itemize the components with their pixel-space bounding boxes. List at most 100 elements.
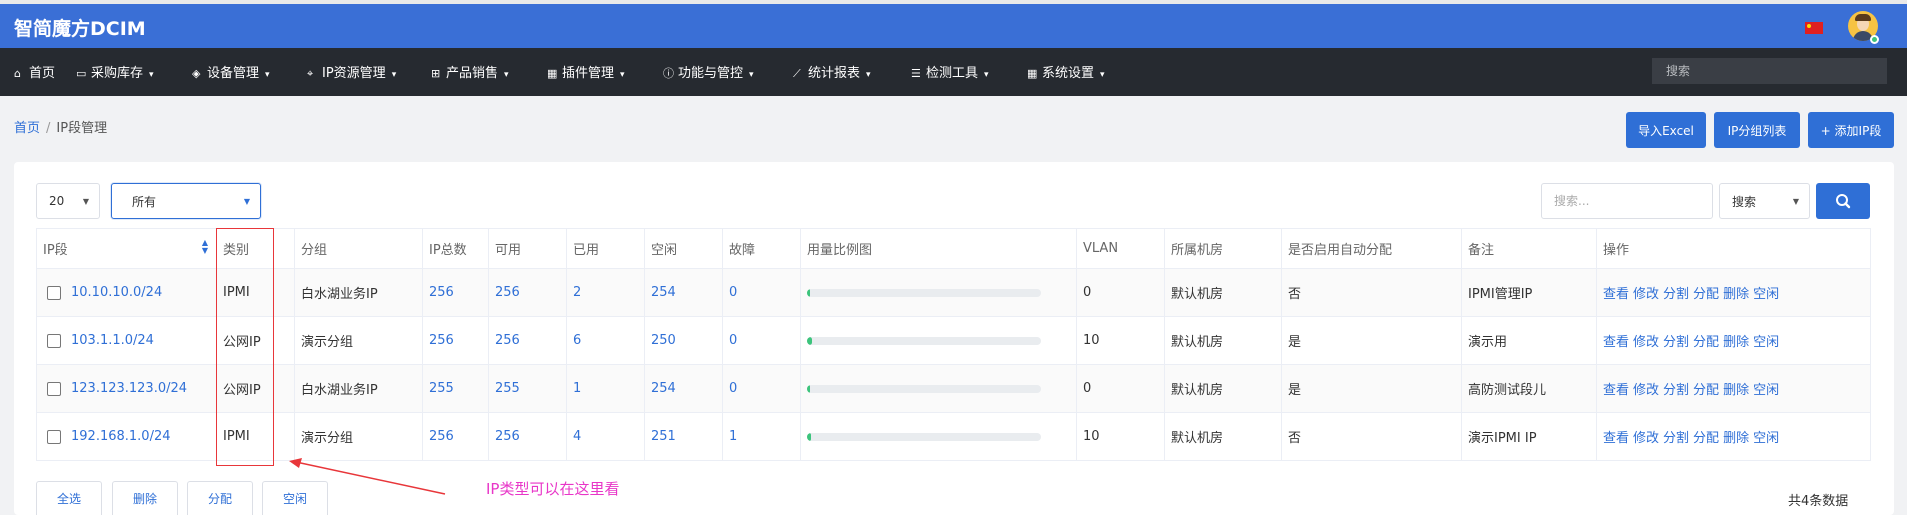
column-header-ip[interactable]: IP段 ▲ ▼ bbox=[36, 228, 217, 269]
cell-total[interactable]: 256 bbox=[422, 268, 489, 317]
row-checkbox[interactable] bbox=[47, 429, 61, 444]
assign-link[interactable]: 分配 bbox=[1693, 431, 1719, 446]
assign-link[interactable]: 分配 bbox=[1693, 287, 1719, 302]
edit-link[interactable]: 修改 bbox=[1633, 431, 1659, 446]
chevron-down-icon: ▾ bbox=[391, 70, 397, 80]
select-all-button[interactable]: 全选 bbox=[36, 481, 102, 515]
bulk-delete-button[interactable]: 删除 bbox=[112, 481, 178, 515]
cell-fault[interactable]: 0 bbox=[722, 268, 801, 317]
nav-search-input[interactable] bbox=[1652, 58, 1887, 84]
free-link[interactable]: 空闲 bbox=[1753, 431, 1779, 446]
add-ip-segment-button[interactable]: + 添加IP段 bbox=[1808, 112, 1894, 148]
cell-used[interactable]: 2 bbox=[566, 268, 645, 317]
ip-segment-link[interactable]: 10.10.10.0/24 bbox=[71, 285, 162, 300]
edit-link[interactable]: 修改 bbox=[1633, 287, 1659, 302]
breadcrumb-current: IP段管理 bbox=[56, 121, 108, 136]
import-excel-button[interactable]: 导入Excel bbox=[1626, 112, 1706, 148]
assign-link[interactable]: 分配 bbox=[1693, 383, 1719, 398]
ip-segment-link[interactable]: 192.168.1.0/24 bbox=[71, 429, 171, 444]
bulk-assign-button[interactable]: 分配 bbox=[187, 481, 253, 515]
column-header-usage: 用量比例图 bbox=[800, 228, 1077, 269]
cell-note: 演示IPMI IP bbox=[1461, 412, 1597, 461]
free-link[interactable]: 空闲 bbox=[1753, 335, 1779, 350]
cell-total[interactable]: 256 bbox=[422, 412, 489, 461]
delete-link[interactable]: 删除 bbox=[1723, 431, 1749, 446]
page-size-select[interactable]: 20 ▼ bbox=[36, 183, 100, 219]
cell-used[interactable]: 1 bbox=[566, 364, 645, 413]
cell-available[interactable]: 255 bbox=[488, 364, 567, 413]
type-filter-select[interactable]: 所有 ▼ bbox=[111, 183, 261, 219]
free-link[interactable]: 空闲 bbox=[1753, 383, 1779, 398]
cell-free[interactable]: 254 bbox=[644, 268, 723, 317]
nav-item-reports[interactable]: ⟋ 统计报表 ▾ bbox=[793, 62, 871, 81]
delete-link[interactable]: 删除 bbox=[1723, 335, 1749, 350]
chevron-down-icon: ▾ bbox=[504, 70, 509, 80]
column-header-free: 空闲 bbox=[644, 228, 723, 269]
cell-fault[interactable]: 1 bbox=[722, 412, 801, 461]
nav-item-tools[interactable]: ☰ 检测工具 ▾ bbox=[911, 62, 989, 81]
split-link[interactable]: 分割 bbox=[1663, 383, 1689, 398]
edit-link[interactable]: 修改 bbox=[1633, 335, 1659, 350]
china-flag-icon[interactable] bbox=[1805, 22, 1823, 34]
search-button[interactable] bbox=[1816, 183, 1870, 219]
split-link[interactable]: 分割 bbox=[1663, 335, 1689, 350]
nav-item-purchase[interactable]: ▭ 采购库存 ▾ bbox=[76, 62, 154, 81]
nav-item-device[interactable]: ◈ 设备管理 ▾ bbox=[192, 62, 270, 81]
nav-item-sales[interactable]: ⊞ 产品销售 ▾ bbox=[431, 62, 509, 81]
table-row: 123.123.123.0/24 公网IP 白水湖业务IP 255 255 1 … bbox=[36, 364, 1871, 413]
row-checkbox[interactable] bbox=[47, 381, 61, 396]
row-checkbox[interactable] bbox=[47, 285, 61, 300]
cell-auto-assign: 是 bbox=[1281, 316, 1462, 365]
ip-segment-link[interactable]: 103.1.1.0/24 bbox=[71, 333, 154, 348]
view-link[interactable]: 查看 bbox=[1603, 335, 1629, 350]
cell-free[interactable]: 254 bbox=[644, 364, 723, 413]
row-checkbox[interactable] bbox=[47, 333, 61, 348]
table-row: 192.168.1.0/24 IPMI 演示分组 256 256 4 251 1… bbox=[36, 412, 1871, 461]
view-link[interactable]: 查看 bbox=[1603, 383, 1629, 398]
usage-progress-bar bbox=[807, 432, 1041, 441]
breadcrumb-home[interactable]: 首页 bbox=[14, 121, 40, 136]
table-search-input[interactable] bbox=[1541, 183, 1713, 219]
nav-item-functions[interactable]: ⓘ 功能与管控 ▾ bbox=[663, 62, 754, 81]
page-size-value: 20 bbox=[49, 194, 65, 208]
cell-fault[interactable]: 0 bbox=[722, 316, 801, 365]
delete-link[interactable]: 删除 bbox=[1723, 287, 1749, 302]
cell-free[interactable]: 250 bbox=[644, 316, 723, 365]
cell-available[interactable]: 256 bbox=[488, 268, 567, 317]
column-header-available: 可用 bbox=[488, 228, 567, 269]
nav-label: 产品销售 bbox=[446, 66, 499, 81]
chevron-down-icon: ▾ bbox=[1100, 70, 1105, 80]
view-link[interactable]: 查看 bbox=[1603, 431, 1629, 446]
cell-type: IPMI bbox=[216, 268, 295, 317]
view-link[interactable]: 查看 bbox=[1603, 287, 1629, 302]
main-nav: ⌂ 首页 ▭ 采购库存 ▾ ◈ 设备管理 ▾ ⌖ IP资源管理 ▾ ⊞ 产品销售 ▾ ▦ 插件管理 ▾… bbox=[0, 48, 1907, 96]
nav-item-plugins[interactable]: ▦ 插件管理 ▾ bbox=[547, 62, 625, 81]
delete-link[interactable]: 删除 bbox=[1723, 383, 1749, 398]
cell-vlan: 0 bbox=[1076, 364, 1165, 413]
cell-used[interactable]: 4 bbox=[566, 412, 645, 461]
ip-group-list-button[interactable]: IP分组列表 bbox=[1714, 112, 1800, 148]
free-link[interactable]: 空闲 bbox=[1753, 287, 1779, 302]
nav-label: 设备管理 bbox=[207, 66, 260, 81]
cell-fault[interactable]: 0 bbox=[722, 364, 801, 413]
split-link[interactable]: 分割 bbox=[1663, 431, 1689, 446]
cell-total[interactable]: 256 bbox=[422, 316, 489, 365]
cell-available[interactable]: 256 bbox=[488, 316, 567, 365]
caret-down-icon: ▼ bbox=[1792, 197, 1799, 206]
assign-link[interactable]: 分配 bbox=[1693, 335, 1719, 350]
sort-icon[interactable]: ▲ ▼ bbox=[202, 239, 208, 255]
search-field-select[interactable]: 搜索 ▼ bbox=[1719, 183, 1810, 219]
cell-used[interactable]: 6 bbox=[566, 316, 645, 365]
cell-group: 白水湖业务IP bbox=[294, 268, 423, 317]
cell-total[interactable]: 255 bbox=[422, 364, 489, 413]
cell-free[interactable]: 251 bbox=[644, 412, 723, 461]
ip-segment-link[interactable]: 123.123.123.0/24 bbox=[71, 381, 187, 396]
nav-item-settings[interactable]: ▦ 系统设置 ▾ bbox=[1027, 62, 1105, 81]
edit-link[interactable]: 修改 bbox=[1633, 383, 1659, 398]
split-link[interactable]: 分割 bbox=[1663, 287, 1689, 302]
nav-item-ip[interactable]: ⌖ IP资源管理 ▾ bbox=[307, 62, 396, 81]
column-header-auto-assign: 是否启用自动分配 bbox=[1281, 228, 1462, 269]
nav-item-home[interactable]: ⌂ 首页 bbox=[14, 62, 55, 81]
cell-available[interactable]: 256 bbox=[488, 412, 567, 461]
bulk-free-button[interactable]: 空闲 bbox=[262, 481, 328, 515]
